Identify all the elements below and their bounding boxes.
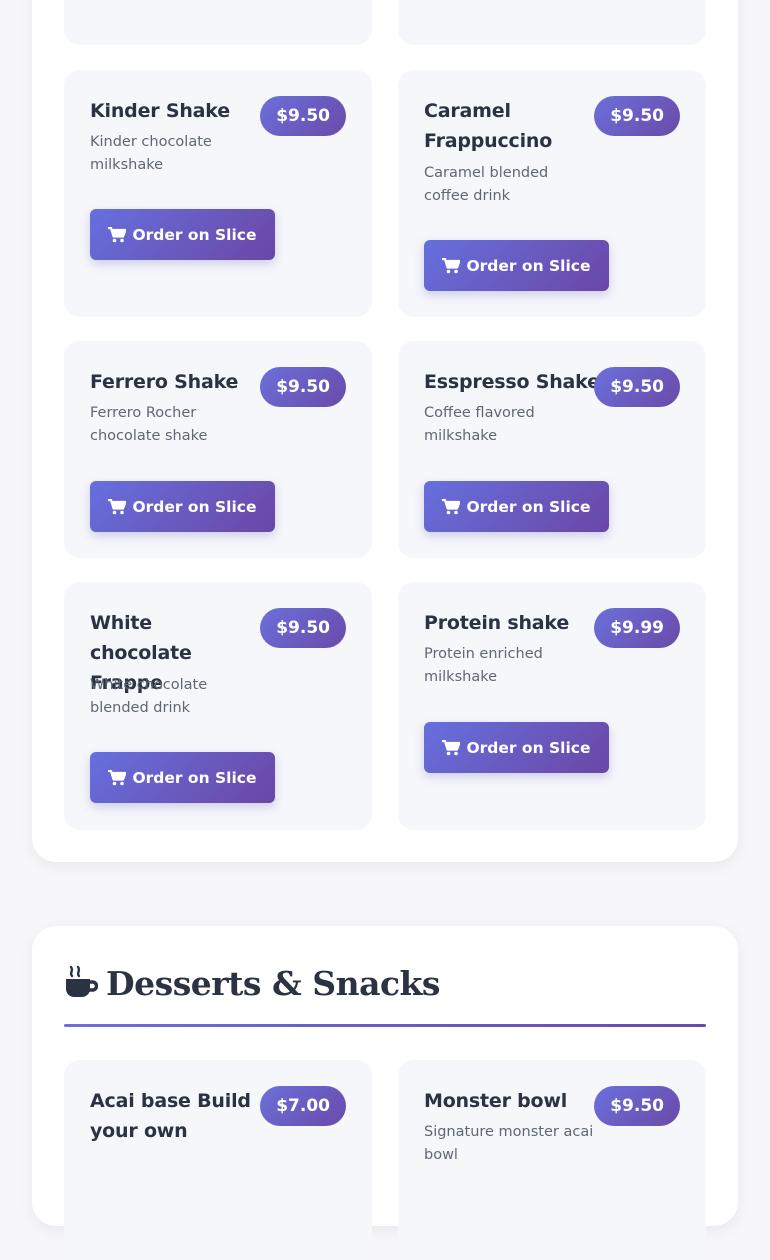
- item-name: Monster bowl: [424, 1090, 568, 1112]
- price-badge: $9.99: [594, 608, 680, 648]
- price-badge: $9.50: [260, 608, 346, 648]
- order-on-slice-button[interactable]: Order on Slice: [90, 481, 275, 532]
- price-badge: $7.00: [260, 1086, 346, 1126]
- item-description: Coffee flavored milkshake: [424, 405, 535, 444]
- order-button-label: Order on Slice: [132, 768, 257, 787]
- coffee-cup-icon: [64, 965, 99, 1003]
- item-description: Signature monster acai bowl: [424, 1124, 594, 1163]
- item-description: Kinder chocolate milkshake: [90, 134, 212, 173]
- menu-item-card: Protein shake $9.99 Protein enriched mil…: [398, 582, 706, 830]
- order-on-slice-button[interactable]: Order on Slice: [424, 240, 609, 291]
- menu-item-card: Ferrero Shake $9.50 Ferrero Rocher choco…: [64, 341, 372, 558]
- order-button-label: Order on Slice: [466, 497, 591, 516]
- item-name: Esspresso Shake: [424, 371, 600, 393]
- section-heading: Desserts & Snacks: [64, 964, 441, 1003]
- item-description: Caramel blended coffee drink: [424, 165, 549, 204]
- title-divider: [64, 1024, 706, 1027]
- order-on-slice-button[interactable]: Order on Slice: [424, 722, 609, 773]
- item-name: Protein shake: [424, 612, 570, 634]
- order-on-slice-button[interactable]: Order on Slice: [90, 209, 275, 260]
- price-badge: $9.50: [594, 1086, 680, 1126]
- order-on-slice-button[interactable]: Order on Slice: [424, 481, 609, 532]
- order-button-label: Order on Slice: [466, 256, 591, 275]
- price-badge: $9.50: [260, 96, 346, 136]
- menu-item-card: Monster bowl $9.50 Signature monster aca…: [398, 1060, 706, 1260]
- menu-item-card: Caramel Frappuccino $9.50 Caramel blende…: [398, 70, 706, 317]
- desserts-panel: Desserts & Snacks Acai base Build your o…: [32, 926, 738, 1260]
- price-badge: $9.50: [594, 96, 680, 136]
- shopping-cart-icon: [442, 257, 461, 274]
- order-on-slice-button[interactable]: Order on Slice: [90, 752, 275, 803]
- price-badge: $9.50: [594, 367, 680, 407]
- menu-item-card: Esspresso Shake $9.50 Coffee flavored mi…: [398, 341, 706, 558]
- price-badge: $9.50: [260, 367, 346, 407]
- item-name: Ferrero Shake: [90, 371, 239, 393]
- item-description: Protein enriched milkshake: [424, 646, 543, 685]
- menu-item-card: [64, 0, 372, 45]
- shopping-cart-icon: [108, 498, 127, 515]
- shopping-cart-icon: [108, 226, 127, 243]
- menu-item-card: White chocolate Frappe $9.50 White choco…: [64, 582, 372, 830]
- item-name: Caramel Frappuccino: [424, 100, 553, 152]
- item-name: Kinder Shake: [90, 100, 230, 122]
- order-button-label: Order on Slice: [132, 497, 257, 516]
- menu-item-card: Acai base Build your own $7.00: [64, 1060, 372, 1260]
- shopping-cart-icon: [442, 739, 461, 756]
- shopping-cart-icon: [108, 769, 127, 786]
- order-button-label: Order on Slice: [132, 225, 257, 244]
- section-title: Desserts & Snacks: [106, 964, 441, 1003]
- item-name: Acai base Build your own: [90, 1090, 251, 1142]
- item-description: Ferrero Rocher chocolate shake: [90, 405, 208, 444]
- order-button-label: Order on Slice: [466, 738, 591, 757]
- item-description: White chocolate blended drink: [90, 677, 208, 716]
- menu-item-card: [398, 0, 706, 45]
- drinks-menu-panel: Kinder Shake $9.50 Kinder chocolate milk…: [32, 0, 738, 862]
- menu-item-card: Kinder Shake $9.50 Kinder chocolate milk…: [64, 70, 372, 317]
- shopping-cart-icon: [442, 498, 461, 515]
